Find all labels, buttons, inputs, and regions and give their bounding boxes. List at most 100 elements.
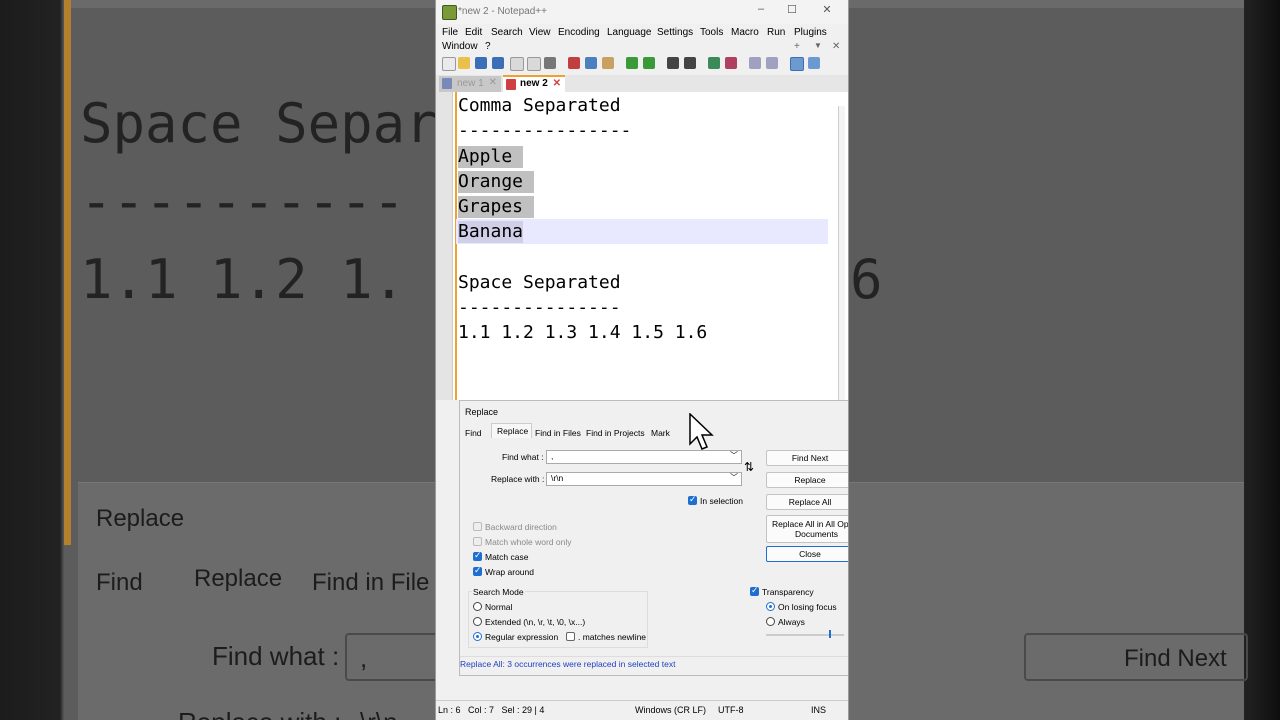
sync-horizontal-icon[interactable] <box>766 57 778 69</box>
replace-all-open-docs-button[interactable]: Replace All in All Open Documents <box>766 515 849 543</box>
cut-icon[interactable] <box>568 57 580 69</box>
normal-radio[interactable] <box>473 602 482 611</box>
menu-encoding[interactable]: Encoding <box>558 27 600 38</box>
editor-line: --------------- <box>458 297 621 318</box>
word-wrap-icon[interactable] <box>790 57 804 71</box>
close-button[interactable]: Close <box>766 546 848 562</box>
transparency-checkbox[interactable] <box>750 585 759 596</box>
chevron-down-icon[interactable]: ﹀ <box>730 450 738 461</box>
background-find-next: Find Next <box>1124 645 1227 672</box>
replace-with-combo[interactable]: \r\n ﹀ <box>546 472 742 486</box>
menu-help[interactable]: ? <box>485 41 491 52</box>
find-what-value: , <box>551 451 554 461</box>
editor-line-selected: Banana <box>458 221 524 243</box>
tab-close-icon[interactable]: ✕ <box>553 78 561 89</box>
replace-with-value: \r\n <box>551 473 564 483</box>
redo-icon[interactable] <box>643 57 655 69</box>
close-file-icon[interactable] <box>510 57 524 71</box>
wrap-around-checkbox[interactable] <box>473 565 482 576</box>
window-title: *new 2 - Notepad++ <box>458 6 547 17</box>
on-losing-focus-radio[interactable] <box>766 602 775 611</box>
background-find-what-label: Find what : <box>212 641 340 671</box>
editor-line-selected: Orange <box>458 171 535 193</box>
background-tab-replace: Replace <box>194 565 283 592</box>
tab-new-1[interactable]: new 1 ✕ <box>439 76 501 92</box>
tab-list-icon[interactable]: ▼ <box>814 41 822 50</box>
replace-icon[interactable] <box>684 57 696 69</box>
menu-file[interactable]: File <box>442 27 458 38</box>
editor-area[interactable]: Comma Separated ---------------- Apple O… <box>436 92 848 400</box>
maximize-button[interactable]: ☐ <box>777 3 807 16</box>
tab-find-in-projects[interactable]: Find in Projects <box>586 428 645 438</box>
tab-replace[interactable]: Replace <box>497 426 528 436</box>
replace-dialog: Replace Find Replace Find in Files Find … <box>459 400 849 676</box>
undo-icon[interactable] <box>626 57 638 69</box>
zoom-in-icon[interactable] <box>708 57 720 69</box>
vertical-scrollbar[interactable] <box>838 106 845 400</box>
title-bar: *new 2 - Notepad++ – ☐ ✕ <box>436 0 848 24</box>
save-all-icon[interactable] <box>492 57 504 69</box>
matches-newline-checkbox[interactable] <box>566 632 575 641</box>
replace-button[interactable]: Replace <box>766 472 848 488</box>
sync-vertical-icon[interactable] <box>749 57 761 69</box>
search-mode-title: Search Mode <box>472 587 525 597</box>
print-icon[interactable] <box>544 57 556 69</box>
menu-bar: File Edit Search View Encoding Language … <box>436 24 848 54</box>
chevron-down-icon[interactable]: ﹀ <box>730 472 738 483</box>
menu-window[interactable]: Window <box>442 41 478 52</box>
menu-tools[interactable]: Tools <box>700 27 723 38</box>
line-gutter <box>436 92 453 400</box>
tab-new-2[interactable]: new 2 ✕ <box>503 75 565 92</box>
find-next-button[interactable]: Find Next <box>766 450 848 466</box>
transparency-slider-thumb[interactable] <box>829 630 831 638</box>
tab-find-in-files[interactable]: Find in Files <box>535 428 581 438</box>
extended-radio[interactable] <box>473 617 482 626</box>
find-icon[interactable] <box>667 57 679 69</box>
background-line-1: Space Separa <box>80 92 471 155</box>
match-case-checkbox[interactable] <box>473 550 482 561</box>
menu-edit[interactable]: Edit <box>465 27 482 38</box>
backward-checkbox[interactable] <box>473 522 482 531</box>
menu-settings[interactable]: Settings <box>657 27 693 38</box>
wrap-around-label: Wrap around <box>485 567 534 577</box>
menu-plugins[interactable]: Plugins <box>794 27 827 38</box>
regex-radio[interactable] <box>473 632 482 641</box>
menu-language[interactable]: Language <box>607 27 652 38</box>
eol-format[interactable]: Windows (CR LF) <box>635 705 706 715</box>
always-radio[interactable] <box>766 617 775 626</box>
file-saved-icon <box>442 78 452 89</box>
replace-all-button[interactable]: Replace All <box>766 494 848 510</box>
minimize-button[interactable]: – <box>746 3 776 15</box>
tab-find[interactable]: Find <box>465 428 482 438</box>
open-file-icon[interactable] <box>458 57 470 69</box>
swap-icon[interactable]: ⇅ <box>744 460 754 474</box>
background-tab-find: Find <box>96 569 143 596</box>
editor-line-selected: Grapes <box>458 196 535 218</box>
in-selection-checkbox[interactable] <box>688 494 697 505</box>
menu-macro[interactable]: Macro <box>731 27 759 38</box>
new-file-icon[interactable] <box>442 57 456 71</box>
close-doc-icon[interactable]: ✕ <box>832 41 840 52</box>
replace-all-open-docs-line1: Replace All in All Open <box>772 519 849 529</box>
notepad-icon <box>442 5 457 20</box>
fold-margin <box>455 92 457 400</box>
menu-search[interactable]: Search <box>491 27 523 38</box>
tab-label: new 2 <box>520 78 548 89</box>
status-bar: Ln : 6 Col : 7 Sel : 29 | 4 Windows (CR … <box>436 700 848 720</box>
copy-icon[interactable] <box>585 57 597 69</box>
close-window-button[interactable]: ✕ <box>812 3 842 16</box>
menu-view[interactable]: View <box>529 27 551 38</box>
close-all-icon[interactable] <box>527 57 541 71</box>
tab-close-icon[interactable]: ✕ <box>489 77 497 88</box>
insert-mode: INS <box>811 705 827 715</box>
paste-icon[interactable] <box>602 57 614 69</box>
new-tab-icon[interactable]: + <box>794 41 800 52</box>
tab-mark[interactable]: Mark <box>651 428 670 438</box>
menu-run[interactable]: Run <box>767 27 785 38</box>
zoom-out-icon[interactable] <box>725 57 737 69</box>
show-all-chars-icon[interactable] <box>808 57 820 69</box>
file-encoding[interactable]: UTF-8 <box>718 705 744 715</box>
whole-word-checkbox[interactable] <box>473 537 482 546</box>
background-dialog-title: Replace <box>96 505 185 532</box>
save-icon[interactable] <box>475 57 487 69</box>
